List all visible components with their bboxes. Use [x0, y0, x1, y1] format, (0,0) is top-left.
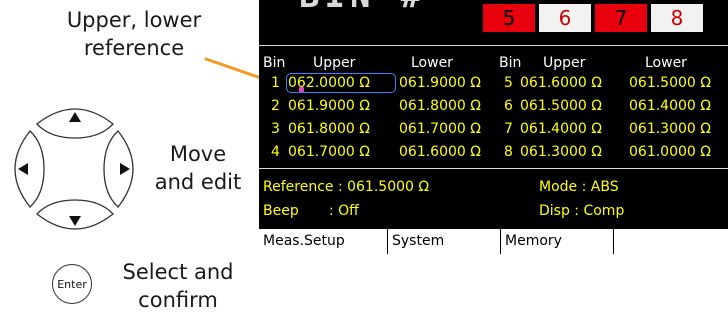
- lower-value-field[interactable]: 061.4000 Ω: [629, 98, 711, 114]
- enter-key-label: Enter: [57, 277, 87, 291]
- softkey-system[interactable]: System: [388, 229, 501, 254]
- bin-number: 6: [504, 98, 513, 114]
- header-bin-b: Bin: [499, 55, 522, 71]
- screen-title: BIN #: [299, 0, 426, 16]
- lower-value-field[interactable]: 061.5000 Ω: [629, 75, 711, 91]
- reference-annotation-line2: reference: [83, 36, 185, 60]
- mode-field[interactable]: Mode : ABS: [539, 179, 619, 195]
- enter-key[interactable]: Enter: [52, 264, 92, 304]
- upper-value-field[interactable]: 061.7000 Ω: [288, 144, 370, 160]
- upper-value-field[interactable]: 061.3000 Ω: [520, 144, 602, 160]
- lower-value-field[interactable]: 061.3000 Ω: [629, 121, 711, 137]
- bin-number: 2: [271, 98, 280, 114]
- reference-field[interactable]: Reference : 061.5000 Ω: [263, 179, 429, 195]
- disp-field[interactable]: Disp : Comp: [539, 203, 624, 219]
- select-annotation-line1: Select and: [122, 260, 234, 284]
- upper-value-field[interactable]: 061.5000 Ω: [520, 98, 602, 114]
- instrument-screen: BIN # 5 6 7 8 Bin Upper Lower Bin Upper …: [259, 0, 728, 254]
- lower-value-field[interactable]: 061.9000 Ω: [399, 75, 481, 91]
- lower-value-field[interactable]: 061.7000 Ω: [399, 121, 481, 137]
- move-annotation-line1: Move: [169, 142, 227, 166]
- direction-pad: [14, 108, 134, 230]
- softkey-blank[interactable]: [614, 229, 728, 254]
- upper-value-field[interactable]: 061.6000 Ω: [520, 75, 602, 91]
- divider: [259, 45, 728, 46]
- header-bin-a: Bin: [263, 55, 286, 71]
- header-upper-a: Upper: [313, 55, 356, 71]
- bin-page-tabs: 5 6 7 8: [483, 4, 707, 32]
- header-lower-a: Lower: [411, 55, 453, 71]
- page-tab-8[interactable]: 8: [651, 4, 703, 32]
- lower-value-field[interactable]: 061.8000 Ω: [399, 98, 481, 114]
- upper-value-field[interactable]: 061.4000 Ω: [520, 121, 602, 137]
- header-lower-b: Lower: [645, 55, 687, 71]
- select-annotation-line2: confirm: [138, 288, 218, 312]
- bin-number: 4: [271, 144, 280, 160]
- bin-number: 5: [504, 75, 513, 91]
- page-tab-6[interactable]: 6: [539, 4, 591, 32]
- reference-annotation: Upper, lower reference: [20, 6, 248, 62]
- softkey-meas-setup[interactable]: Meas.Setup: [259, 229, 388, 254]
- reference-annotation-line1: Upper, lower: [66, 8, 202, 32]
- beep-field[interactable]: : Off: [329, 203, 359, 219]
- upper-value-field[interactable]: 062.0000 Ω: [288, 75, 370, 91]
- upper-value-field[interactable]: 061.9000 Ω: [288, 98, 370, 114]
- move-annotation: Move and edit: [138, 140, 258, 196]
- page-tab-7[interactable]: 7: [595, 4, 647, 32]
- page-tab-5[interactable]: 5: [483, 4, 535, 32]
- upper-value-field[interactable]: 061.8000 Ω: [288, 121, 370, 137]
- bin-number: 3: [271, 121, 280, 137]
- beep-label: Beep: [263, 203, 299, 219]
- header-upper-b: Upper: [543, 55, 586, 71]
- bin-number: 8: [504, 144, 513, 160]
- move-annotation-line2: and edit: [154, 170, 242, 194]
- lower-value-field[interactable]: 061.0000 Ω: [629, 144, 711, 160]
- lower-value-field[interactable]: 061.6000 Ω: [399, 144, 481, 160]
- screen-top-strip: BIN # 5 6 7 8: [259, 0, 728, 36]
- softkey-memory[interactable]: Memory: [501, 229, 614, 254]
- softkey-bar: Meas.Setup System Memory: [259, 229, 728, 254]
- divider: [259, 168, 728, 169]
- bin-number: 1: [271, 75, 280, 91]
- bin-number: 7: [504, 121, 513, 137]
- select-annotation: Select and confirm: [104, 258, 252, 314]
